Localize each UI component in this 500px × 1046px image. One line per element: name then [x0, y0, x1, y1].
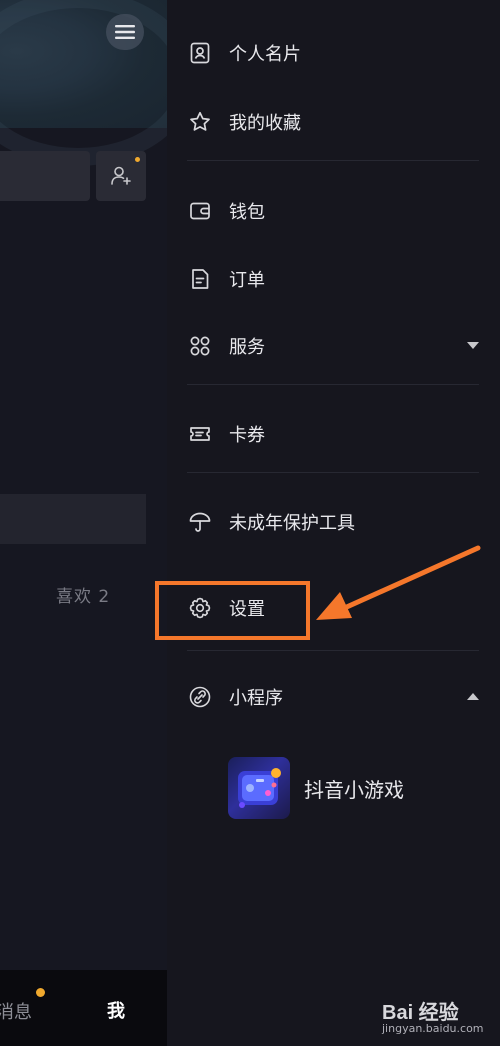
- add-friend-button[interactable]: [96, 151, 146, 201]
- drawer-item-wallet[interactable]: 钱包: [187, 191, 265, 231]
- notification-dot: [135, 157, 140, 162]
- mini-program-douyin-games[interactable]: 抖音小游戏: [228, 757, 404, 819]
- order-document-icon: [187, 266, 213, 292]
- drawer-item-label: 卡券: [229, 425, 265, 446]
- drawer-item-label: 小程序: [229, 688, 283, 709]
- hamburger-menu-icon: [115, 25, 135, 39]
- mini-program-label: 抖音小游戏: [304, 777, 404, 802]
- drawer-item-label: 订单: [229, 270, 265, 291]
- menu-button[interactable]: [106, 14, 144, 50]
- divider: [187, 650, 479, 651]
- divider: [187, 384, 479, 385]
- drawer-item-label: 钱包: [229, 202, 265, 223]
- drawer-item-label: 我的收藏: [229, 113, 301, 134]
- divider: [187, 472, 479, 473]
- star-icon: [187, 109, 213, 135]
- watermark-url: jingyan.baidu.com: [382, 1022, 484, 1035]
- game-controller-icon: [228, 757, 290, 819]
- tab-likes[interactable]: 喜欢 2: [56, 582, 110, 607]
- watermark-brand: Bai 经验: [382, 1002, 459, 1024]
- drawer-item-coupons[interactable]: 卡券: [187, 414, 265, 454]
- profile-page-background: 喜欢 2 消息 我: [0, 0, 167, 1046]
- grid-services-icon: [187, 333, 213, 359]
- drawer-item-label: 未成年保护工具: [229, 513, 355, 534]
- edit-profile-button[interactable]: [0, 151, 90, 201]
- profile-cover-image: [0, 0, 167, 166]
- drawer-item-services[interactable]: 服务: [187, 326, 265, 366]
- link-icon: [187, 684, 213, 710]
- drawer-item-favorites[interactable]: 我的收藏: [187, 102, 301, 142]
- drawer-item-minor-protection[interactable]: 未成年保护工具: [187, 502, 355, 542]
- id-card-icon: [187, 40, 213, 66]
- profile-info-bar: [0, 494, 146, 544]
- drawer-item-label: 个人名片: [229, 44, 301, 65]
- umbrella-icon: [187, 509, 213, 535]
- messages-badge-dot: [36, 988, 45, 997]
- nav-messages[interactable]: 消息: [0, 998, 32, 1024]
- drawer-item-label: 服务: [229, 337, 265, 358]
- annotation-highlight-box: [155, 581, 310, 640]
- add-friend-icon: [111, 166, 131, 185]
- annotation-arrow-icon: [316, 545, 481, 620]
- divider: [187, 160, 479, 161]
- drawer-item-profile-card[interactable]: 个人名片: [187, 33, 301, 73]
- ticket-icon: [187, 421, 213, 447]
- baidu-jingyan-watermark: Bai 经验 jingyan.baidu.com: [382, 996, 484, 1035]
- chevron-down-icon[interactable]: [467, 342, 479, 349]
- nav-me[interactable]: 我: [107, 997, 125, 1023]
- chevron-up-icon[interactable]: [467, 693, 479, 700]
- drawer-item-orders[interactable]: 订单: [187, 259, 265, 299]
- drawer-item-mini-programs[interactable]: 小程序: [187, 677, 283, 717]
- wallet-icon: [187, 198, 213, 224]
